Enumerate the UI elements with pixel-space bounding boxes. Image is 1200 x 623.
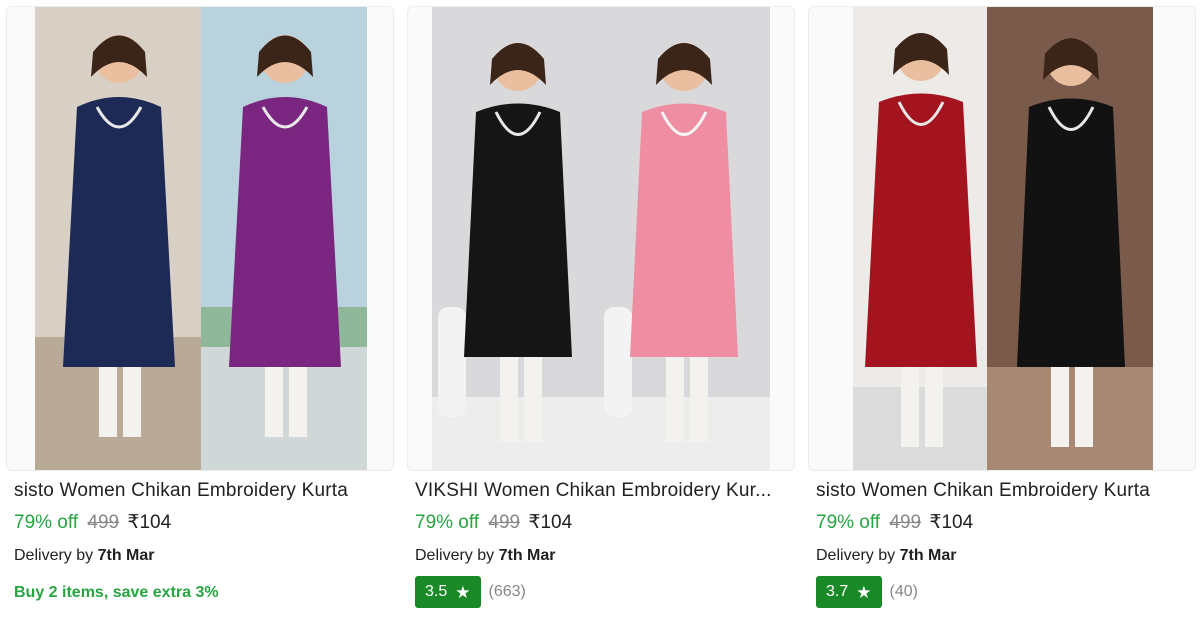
discount-percent: 79% off	[14, 512, 79, 533]
product-image[interactable]	[407, 6, 795, 471]
rating-count: (40)	[889, 583, 918, 600]
original-price: 499	[87, 512, 120, 533]
delivery-info: Delivery by 7th Mar	[816, 547, 957, 565]
delivery-label: Delivery by	[415, 547, 495, 564]
rating-row: 3.5 ★ (663)	[415, 576, 526, 608]
rating-row: 3.7 ★ (40)	[816, 576, 918, 608]
price-row: 79% off 499 ₹104	[14, 511, 171, 534]
delivery-label: Delivery by	[14, 547, 94, 564]
delivery-date: 7th Mar	[498, 547, 556, 564]
rating-value: 3.5	[425, 583, 448, 600]
original-price: 499	[488, 512, 521, 533]
product-title[interactable]: sisto Women Chikan Embroidery Kurta	[14, 480, 389, 502]
delivery-info: Delivery by 7th Mar	[14, 547, 155, 565]
selling-price: ₹104	[127, 512, 172, 533]
star-icon: ★	[455, 582, 471, 602]
product-card[interactable]: VIKSHI Women Chikan Embroidery Kur... 79…	[407, 0, 802, 623]
rating-value: 3.7	[826, 583, 849, 600]
bundle-offer: Buy 2 items, save extra 3%	[14, 584, 219, 601]
delivery-date: 7th Mar	[899, 547, 957, 564]
product-image[interactable]	[6, 6, 394, 471]
selling-price: ₹104	[528, 512, 573, 533]
product-card[interactable]: sisto Women Chikan Embroidery Kurta 79% …	[6, 0, 401, 623]
product-grid: sisto Women Chikan Embroidery Kurta 79% …	[0, 0, 1200, 623]
product-card[interactable]: sisto Women Chikan Embroidery Kurta 79% …	[808, 0, 1200, 623]
rating-badge: 3.5 ★	[415, 576, 481, 608]
original-price: 499	[889, 512, 922, 533]
selling-price: ₹104	[929, 512, 974, 533]
discount-percent: 79% off	[816, 512, 881, 533]
discount-percent: 79% off	[415, 512, 480, 533]
product-title[interactable]: sisto Women Chikan Embroidery Kurta	[816, 480, 1191, 502]
star-icon: ★	[856, 582, 872, 602]
price-row: 79% off 499 ₹104	[415, 511, 572, 534]
rating-count: (663)	[488, 583, 526, 600]
delivery-label: Delivery by	[816, 547, 896, 564]
product-title[interactable]: VIKSHI Women Chikan Embroidery Kur...	[415, 480, 790, 502]
rating-badge: 3.7 ★	[816, 576, 882, 608]
delivery-info: Delivery by 7th Mar	[415, 547, 556, 565]
product-image[interactable]	[808, 6, 1196, 471]
delivery-date: 7th Mar	[97, 547, 155, 564]
price-row: 79% off 499 ₹104	[816, 511, 973, 534]
